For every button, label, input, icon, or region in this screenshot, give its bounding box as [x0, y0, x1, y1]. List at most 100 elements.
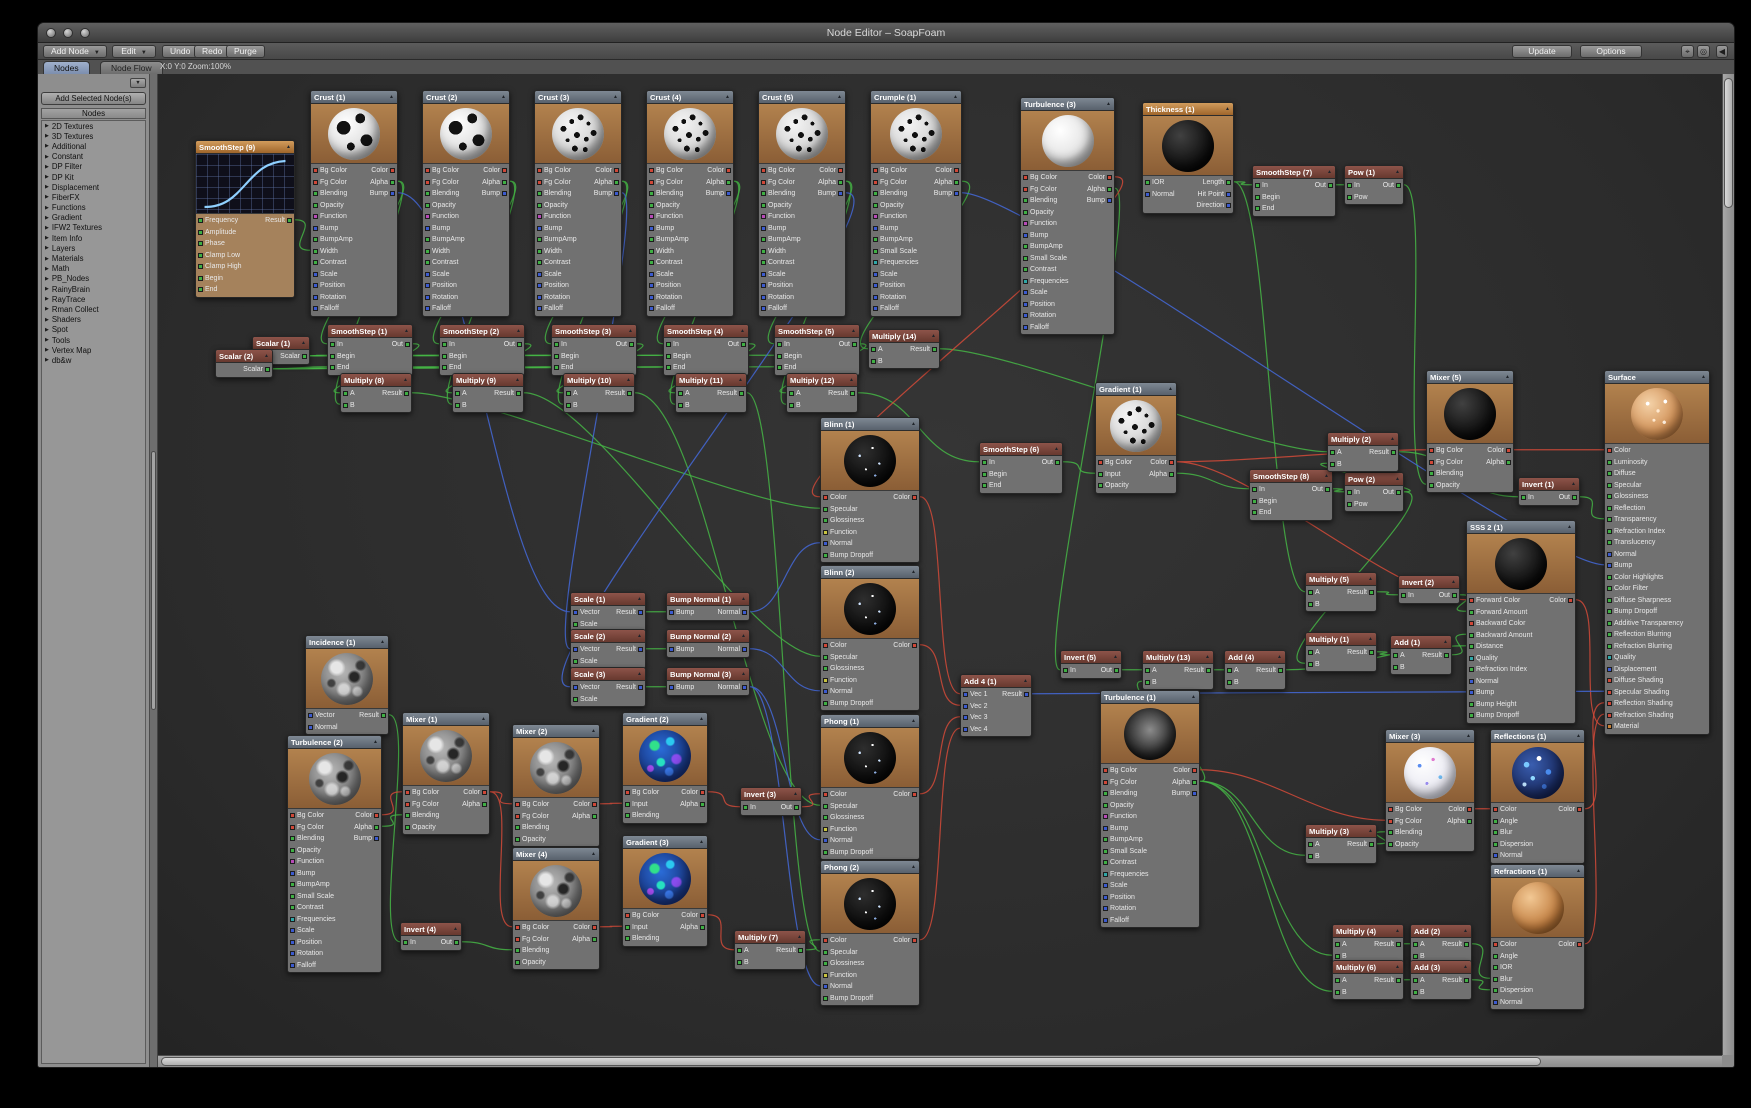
- collapse-node-icon[interactable]: ▲: [301, 341, 306, 346]
- input-port-color-highlights[interactable]: Color Highlights: [1607, 574, 1663, 581]
- input-port-blending[interactable]: Blending: [425, 190, 459, 197]
- input-port-blending[interactable]: Blending: [537, 190, 571, 197]
- node-header[interactable]: Multiply (1)▲: [1306, 633, 1376, 646]
- input-port-blending[interactable]: Blending: [625, 935, 659, 942]
- collapse-node-icon[interactable]: ▲: [699, 717, 704, 722]
- input-port-blending[interactable]: Blending: [313, 190, 347, 197]
- title-bar[interactable]: Node Editor – SoapFoam: [38, 23, 1734, 43]
- input-port-a[interactable]: A: [1227, 667, 1239, 674]
- input-port-normal[interactable]: Normal: [1607, 551, 1637, 558]
- redo-button[interactable]: Redo: [194, 45, 230, 58]
- input-port-bump[interactable]: Bump: [1607, 562, 1632, 569]
- output-port-result[interactable]: Result: [1422, 652, 1449, 659]
- node-header[interactable]: Invert (2)▲: [1399, 576, 1459, 589]
- input-port-fg-color[interactable]: Fg Color: [313, 179, 347, 186]
- output-port-result[interactable]: Result: [382, 390, 409, 397]
- input-port-clamp-low[interactable]: Clamp Low: [198, 252, 240, 259]
- input-port-forward-amount[interactable]: Forward Amount: [1469, 609, 1527, 616]
- input-port-a[interactable]: A: [871, 346, 883, 353]
- input-port-scale[interactable]: Scale: [649, 271, 674, 278]
- input-port-b[interactable]: B: [343, 402, 355, 409]
- input-port-function[interactable]: Function: [823, 972, 857, 979]
- input-port-bump-dropoff[interactable]: Bump Dropoff: [1469, 712, 1519, 719]
- input-port-opacity[interactable]: Opacity: [1023, 209, 1054, 216]
- input-port-input[interactable]: Input: [625, 801, 648, 808]
- input-port-bump[interactable]: Bump: [537, 225, 562, 232]
- input-port-in[interactable]: In: [1063, 667, 1076, 674]
- node-mixer5[interactable]: Mixer (5)▲Bg ColorColorFg ColorAlphaBlen…: [1426, 370, 1514, 493]
- collapse-node-icon[interactable]: ▲: [637, 672, 642, 677]
- output-port-color[interactable]: Color: [595, 167, 619, 174]
- input-port-falloff[interactable]: Falloff: [761, 305, 787, 312]
- input-port-phase[interactable]: Phase: [198, 240, 225, 247]
- collapse-node-icon[interactable]: ▲: [1327, 170, 1332, 175]
- input-port-backward-amount[interactable]: Backward Amount: [1469, 632, 1532, 639]
- output-port-color[interactable]: Color: [483, 167, 507, 174]
- input-port-begin[interactable]: Begin: [1252, 498, 1277, 505]
- node-header[interactable]: Bump Normal (1)▲: [667, 593, 749, 606]
- collapse-node-icon[interactable]: ▲: [613, 95, 618, 100]
- collapse-node-icon[interactable]: ▲: [1701, 375, 1706, 380]
- input-port-bg-color[interactable]: Bg Color: [313, 167, 347, 174]
- input-port-glossiness[interactable]: Glossiness: [823, 814, 864, 821]
- input-port-opacity[interactable]: Opacity: [515, 959, 546, 966]
- collapse-node-icon[interactable]: ▲: [1576, 869, 1581, 874]
- input-port-a[interactable]: A: [1308, 589, 1320, 596]
- sidebar-item-spot[interactable]: ▶Spot: [42, 325, 145, 335]
- input-port-fg-color[interactable]: Fg Color: [649, 179, 683, 186]
- undo-button[interactable]: Undo: [162, 45, 198, 58]
- node-header[interactable]: SmoothStep (3)▲: [552, 325, 636, 338]
- collapse-node-icon[interactable]: ▲: [1463, 929, 1468, 934]
- input-port-vec-4[interactable]: Vec 4: [963, 726, 988, 733]
- sidebar-scrollbar-thumb[interactable]: [151, 451, 156, 709]
- input-port-bump-dropoff[interactable]: Bump Dropoff: [823, 995, 873, 1002]
- input-port-bump[interactable]: Bump: [761, 225, 786, 232]
- output-port-color[interactable]: Color: [707, 167, 731, 174]
- sidebar-item-rman-collect[interactable]: ▶Rman Collect: [42, 304, 145, 314]
- collapse-node-icon[interactable]: ▲: [1106, 102, 1111, 107]
- input-port-a[interactable]: A: [1145, 667, 1157, 674]
- input-port-small-scale[interactable]: Small Scale: [290, 893, 334, 900]
- update-button[interactable]: Update: [1512, 45, 1572, 58]
- output-port-color[interactable]: Color: [1088, 174, 1112, 181]
- input-port-bg-color[interactable]: Bg Color: [649, 167, 683, 174]
- input-port-normal[interactable]: Normal: [823, 983, 853, 990]
- output-port-result[interactable]: Result: [359, 712, 386, 719]
- input-port-bump[interactable]: Bump: [669, 646, 694, 653]
- input-port-specular[interactable]: Specular: [1607, 482, 1642, 489]
- node-a3[interactable]: Add (3)▲AResultB: [1410, 960, 1472, 1000]
- output-port-bump[interactable]: Bump: [594, 190, 619, 197]
- input-port-blur[interactable]: Blur: [1493, 829, 1512, 836]
- input-port-bump[interactable]: Bump: [1469, 689, 1494, 696]
- sidebar-item-raytrace[interactable]: ▶RayTrace: [42, 294, 145, 304]
- output-port-alpha[interactable]: Alpha: [462, 801, 487, 808]
- output-port-color[interactable]: Color: [893, 494, 917, 501]
- input-port-bump[interactable]: Bump: [425, 225, 450, 232]
- input-port-quality[interactable]: Quality: [1607, 654, 1636, 661]
- collapse-node-icon[interactable]: ▲: [1395, 965, 1400, 970]
- node-header[interactable]: Mixer (3)▲: [1386, 730, 1474, 743]
- collapse-node-icon[interactable]: ▲: [481, 717, 486, 722]
- input-port-function[interactable]: Function: [1023, 220, 1057, 227]
- input-port-fg-color[interactable]: Fg Color: [1429, 459, 1463, 466]
- input-port-glossiness[interactable]: Glossiness: [823, 960, 864, 967]
- input-port-bumpamp[interactable]: BumpAmp: [1023, 243, 1063, 250]
- collapse-node-icon[interactable]: ▲: [501, 95, 506, 100]
- output-port-result[interactable]: Result: [1347, 589, 1374, 596]
- input-port-color[interactable]: Color: [1607, 447, 1631, 454]
- node-ss1[interactable]: SmoothStep (1)▲InOutBeginEnd: [327, 324, 413, 376]
- collapse-node-icon[interactable]: ▲: [1205, 655, 1210, 660]
- output-port-out[interactable]: Out: [1383, 182, 1401, 189]
- node-gradient2[interactable]: Gradient (2)▲Bg ColorColorInputAlphaBlen…: [622, 712, 708, 824]
- canvas-vertical-scrollbar[interactable]: [1722, 74, 1734, 1057]
- output-port-alpha[interactable]: Alpha: [1149, 471, 1174, 478]
- input-port-blending[interactable]: Blending: [761, 190, 795, 197]
- input-port-b[interactable]: B: [455, 402, 467, 409]
- input-port-in[interactable]: In: [1401, 592, 1414, 599]
- node-header[interactable]: Multiply (14)▲: [869, 330, 939, 343]
- input-port-a[interactable]: A: [789, 390, 801, 397]
- input-port-a[interactable]: A: [1413, 941, 1425, 948]
- node-header[interactable]: SmoothStep (5)▲: [775, 325, 859, 338]
- node-header[interactable]: Gradient (2)▲: [623, 713, 707, 726]
- collapse-node-icon[interactable]: ▲: [849, 378, 854, 383]
